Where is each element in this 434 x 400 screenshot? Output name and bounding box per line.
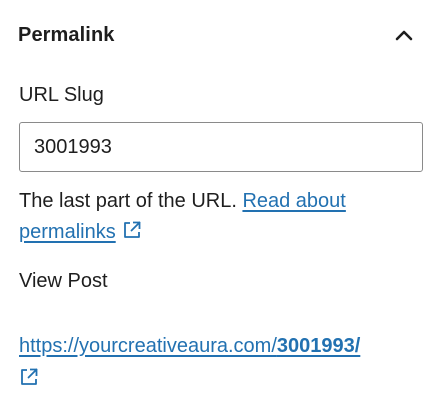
slug-help-text: The last part of the URL. Read about per… <box>19 186 419 250</box>
permalink-panel-toggle[interactable]: Permalink <box>18 18 416 52</box>
post-url-slug: 3001993/ <box>276 335 361 357</box>
view-post-label: View Post <box>19 270 108 292</box>
help-text: The last part of the URL. <box>19 190 243 212</box>
chevron-up-icon[interactable] <box>392 23 416 47</box>
external-link-icon[interactable] <box>19 366 419 397</box>
permalink-panel: Permalink URL Slug The last part of the … <box>0 0 434 400</box>
panel-title: Permalink <box>18 23 115 46</box>
view-post-link[interactable]: https://yourcreativeaura.com/3001993/ <box>19 335 360 357</box>
url-slug-label: URL Slug <box>19 84 104 106</box>
external-link-icon[interactable] <box>122 219 142 250</box>
view-post-link-container: https://yourcreativeaura.com/3001993/ <box>19 331 419 397</box>
post-url-prefix: https://yourcreativeaura.com/ <box>19 335 277 357</box>
url-slug-input[interactable] <box>19 122 423 172</box>
